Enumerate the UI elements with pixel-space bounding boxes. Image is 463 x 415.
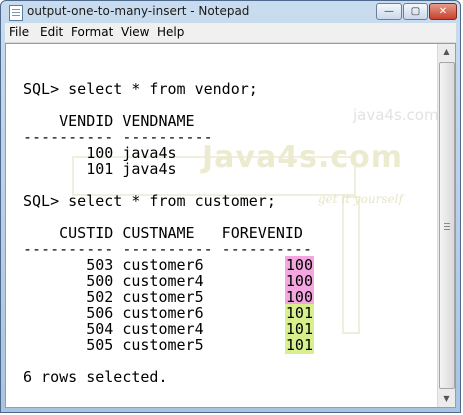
customer-row: 505 customer5 101 [23,336,314,354]
maximize-button[interactable]: ▢ [403,3,428,20]
customer-name: customer5 [122,336,204,354]
vendor-separator: ---------- ---------- [23,128,213,146]
text-editor[interactable]: java4s.com Java4s.com get it yourself SQ… [5,43,456,408]
customer-separator: ---------- ---------- ---------- [23,240,312,258]
vendor-name: java4s [122,160,177,178]
forevenid-value: 101 [284,336,314,354]
notepad-window: output-one-to-many-insert - Notepad — ▢ … [0,0,461,413]
watermark-logo: Java4s.com [202,140,403,175]
menu-edit[interactable]: Edit [40,25,63,39]
watermark-tagline: get it yourself [318,192,403,206]
vendor-row: 101 java4s [23,160,177,178]
watermark-site-text: java4s.com [353,106,439,124]
customer-header: CUSTID CUSTNAME FOREVENID [23,224,303,242]
thumb-grip-icon [444,225,450,227]
watermark-frame-vertical [342,196,360,334]
menu-bar: File Edit Format View Help [5,23,456,43]
text-area[interactable]: java4s.com Java4s.com get it yourself SQ… [6,44,439,407]
customer-row: 506 customer6 101 [23,304,314,322]
scroll-thumb[interactable] [439,62,455,389]
vendor-header: VENDID VENDNAME [23,112,195,130]
close-button[interactable]: ✕ [429,3,457,20]
scroll-up-arrow-icon[interactable]: ▲ [439,44,454,60]
menu-file[interactable]: File [9,25,29,39]
menu-help[interactable]: Help [157,25,184,39]
menu-view[interactable]: View [121,25,149,39]
customer-row: 500 customer4 100 [23,272,314,290]
vendor-id: 101 [86,160,114,178]
scroll-down-arrow-icon[interactable]: ▼ [439,391,454,407]
customer-id: 505 [86,336,114,354]
customer-row: 502 customer5 100 [23,288,314,306]
window-title: output-one-to-many-insert - Notepad [27,4,250,18]
customer-row: 503 customer6 100 [23,256,314,274]
vertical-scrollbar[interactable]: ▲ ▼ [437,44,455,407]
title-bar[interactable]: output-one-to-many-insert - Notepad — ▢ … [1,1,460,23]
customer-row: 504 customer4 101 [23,320,314,338]
vendor-row: 100 java4s [23,145,176,161]
sql-query-customer: SQL> select * from customer; [23,192,276,210]
sql-query-vendor: SQL> select * from vendor; [23,80,258,98]
notepad-icon[interactable] [9,5,23,21]
rows-selected-footer: 6 rows selected. [23,368,168,386]
minimize-button[interactable]: — [376,3,402,20]
menu-format[interactable]: Format [71,25,113,39]
